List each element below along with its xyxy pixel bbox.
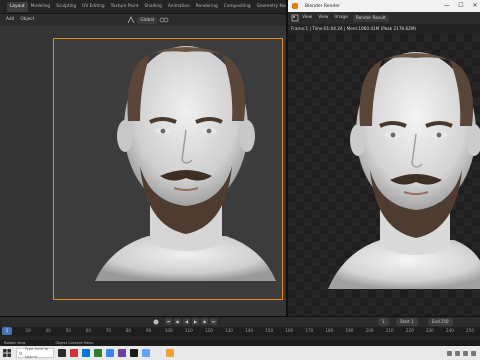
- minimize-icon[interactable]: —: [440, 0, 454, 12]
- menu-view[interactable]: View: [299, 12, 315, 24]
- tab-shading[interactable]: Shading: [141, 2, 164, 12]
- viewport-header: Add Object Global: [0, 14, 286, 26]
- image-editor-type-icon[interactable]: [291, 14, 299, 22]
- menu-view-2[interactable]: View: [315, 12, 331, 24]
- snap-icon[interactable]: [159, 16, 169, 24]
- app-icon-2[interactable]: [82, 349, 90, 357]
- app-icon-8[interactable]: [154, 349, 162, 357]
- tab-rendering[interactable]: Rendering: [193, 2, 221, 12]
- render-window: Blender Render — ☐ ✕ View View Image Ren…: [286, 0, 480, 316]
- render-titlebar[interactable]: Blender Render — ☐ ✕: [288, 0, 480, 12]
- ruler-tick-label: 180: [325, 328, 334, 333]
- tray-icon[interactable]: [447, 350, 452, 356]
- frame-cursor[interactable]: 1: [2, 327, 12, 335]
- end-frame-field[interactable]: End 250: [428, 318, 453, 326]
- ruler-tick-label: 120: [204, 328, 213, 333]
- windows-logo-icon: [3, 349, 11, 357]
- ruler-tick-label: 140: [245, 328, 254, 333]
- app-icon-1[interactable]: [70, 349, 78, 357]
- tab-texture-paint[interactable]: Texture Paint: [108, 2, 142, 12]
- start-frame-field[interactable]: Start 1: [396, 318, 418, 326]
- tray-icon[interactable]: [455, 350, 460, 356]
- search-icon: [19, 351, 23, 355]
- record-icon[interactable]: [152, 318, 160, 326]
- blender-taskbar-icon[interactable]: [166, 349, 174, 357]
- ruler-tick-label: 50: [65, 328, 71, 333]
- ruler-tick-label: 230: [425, 328, 434, 333]
- ruler-tick-label: 220: [405, 328, 414, 333]
- ruler-tick-label: 100: [164, 328, 173, 333]
- menu-image[interactable]: Image: [331, 12, 350, 24]
- status-hint-context-menu: Object Context Menu: [55, 341, 94, 345]
- app-icon-5[interactable]: [118, 349, 126, 357]
- ruler-tick-label: 60: [85, 328, 92, 333]
- tab-uv-editing[interactable]: UV Editing: [79, 2, 107, 12]
- head-bust-render: [328, 52, 480, 289]
- render-window-title: Blender Render: [305, 3, 340, 9]
- ruler-tick-label: 90: [145, 328, 152, 333]
- play-reverse-icon[interactable]: ◀: [183, 318, 190, 325]
- task-view-icon[interactable]: [58, 349, 66, 357]
- render-result-canvas[interactable]: [288, 34, 480, 316]
- prev-keyframe-icon[interactable]: ◆: [174, 318, 181, 325]
- ruler-tick-label: 160: [285, 328, 294, 333]
- app-icon-4[interactable]: [106, 349, 114, 357]
- next-keyframe-icon[interactable]: ◆: [201, 318, 208, 325]
- tray-icon[interactable]: [463, 350, 468, 356]
- ruler-tick-label: 240: [445, 328, 454, 333]
- app-icon-7[interactable]: [142, 349, 150, 357]
- end-value: 250: [440, 319, 449, 324]
- playback-controls-row: ⏮ ◆ ◀ ▶ ◆ ⏭ 1 Start 1 End 250: [0, 317, 480, 327]
- system-tray: [447, 350, 480, 356]
- ruler-tick-label: 110: [184, 328, 193, 333]
- jump-start-icon[interactable]: ⏮: [165, 318, 172, 325]
- end-label: End: [432, 319, 440, 324]
- render-info-text: Frame:1 | Time:01:04.24 | Mem:1060.41M (…: [288, 24, 480, 34]
- tab-sculpting[interactable]: Sculpting: [53, 2, 79, 12]
- orientation-dropdown[interactable]: Global: [137, 16, 158, 24]
- tab-layout[interactable]: Layout: [7, 1, 28, 12]
- transform-orientation-icon: [127, 16, 135, 24]
- tab-modeling[interactable]: Modeling: [28, 2, 54, 12]
- render-menubar: View View Image Render Result: [288, 12, 480, 24]
- ruler-tick-label: 20: [25, 328, 31, 333]
- transport-controls: ⏮ ◆ ◀ ▶ ◆ ⏭: [165, 318, 217, 326]
- windows-taskbar: Type here to search: [0, 346, 480, 360]
- notification-icon[interactable]: [471, 350, 476, 356]
- ruler-tick-label: 70: [105, 328, 112, 333]
- frame-ruler[interactable]: 0204050607080901001101201301401501601701…: [0, 327, 480, 336]
- ruler-tick-label: 190: [345, 328, 354, 333]
- play-icon[interactable]: ▶: [192, 318, 199, 325]
- maximize-icon[interactable]: ☐: [454, 0, 468, 12]
- ruler-tick-label: 210: [385, 328, 394, 333]
- tab-compositing[interactable]: Compositing: [221, 2, 254, 12]
- taskbar-search[interactable]: Type here to search: [16, 346, 54, 359]
- ruler-tick-label: 150: [265, 328, 274, 333]
- menu-object[interactable]: Object: [17, 14, 37, 26]
- jump-end-icon[interactable]: ⏭: [210, 318, 217, 325]
- ruler-tick-label: 170: [305, 328, 314, 333]
- start-label: Start: [400, 319, 410, 324]
- tab-animation[interactable]: Animation: [165, 2, 193, 12]
- ruler-tick-label: 200: [365, 328, 374, 333]
- ruler-tick-label: 40: [45, 328, 51, 333]
- start-button[interactable]: [0, 346, 14, 360]
- app-icon-3[interactable]: [94, 349, 102, 357]
- current-frame-field[interactable]: 1: [378, 318, 389, 326]
- blender-topbar: Layout Modeling Sculpting UV Editing Tex…: [0, 0, 318, 14]
- camera-frame-border: [53, 38, 283, 300]
- ruler-tick-label: 130: [224, 328, 233, 333]
- status-hint-rotate: Rotate View: [4, 341, 26, 345]
- menu-add[interactable]: Add: [3, 14, 17, 26]
- 3d-viewport[interactable]: [0, 26, 286, 316]
- start-value: 1: [411, 319, 414, 324]
- ruler-tick-label: 250: [466, 328, 474, 333]
- image-selector[interactable]: Render Result: [352, 14, 389, 22]
- search-placeholder: Type here to search: [24, 346, 49, 359]
- blender-logo-icon: [292, 3, 298, 9]
- ruler-tick-label: 80: [125, 328, 132, 333]
- close-icon[interactable]: ✕: [468, 0, 480, 12]
- app-icon-6[interactable]: [130, 349, 138, 357]
